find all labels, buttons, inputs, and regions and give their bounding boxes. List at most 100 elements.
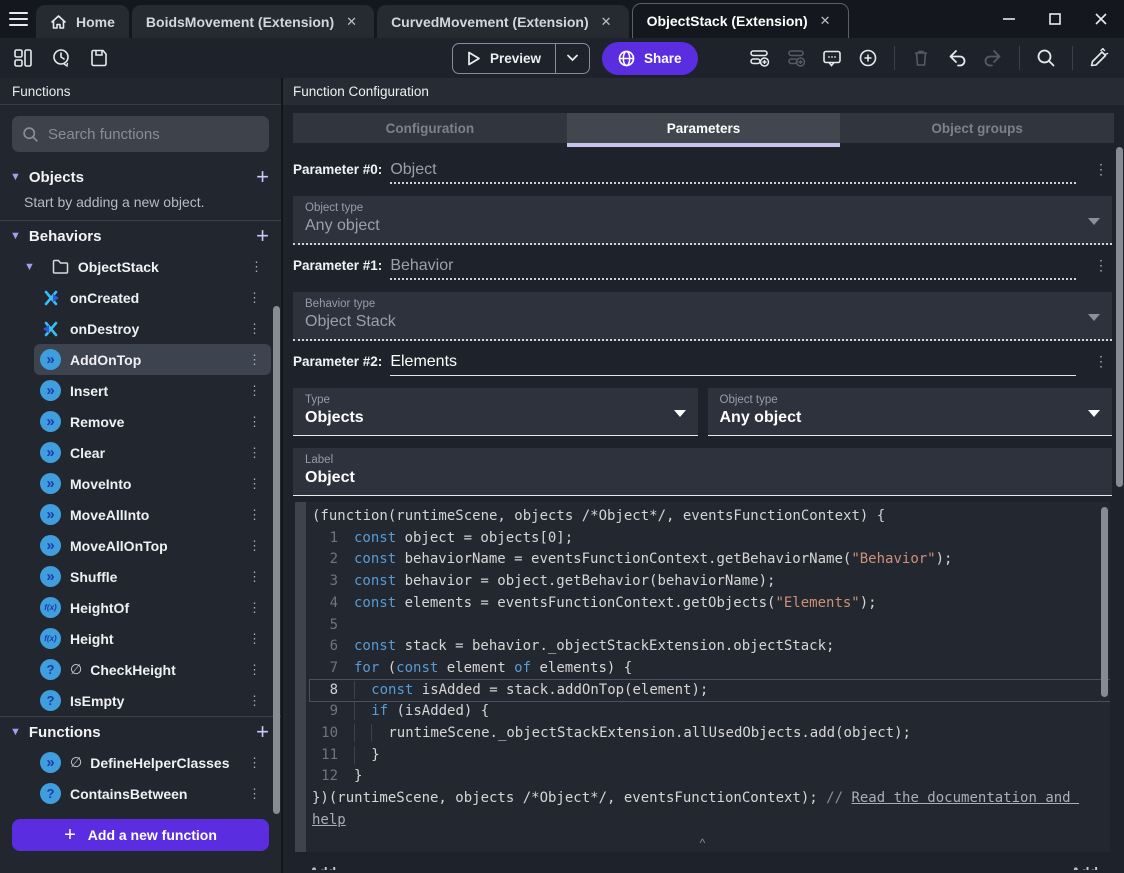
item-menu-icon[interactable]: ⋮ bbox=[242, 538, 267, 554]
search-input[interactable] bbox=[48, 125, 259, 143]
item-menu-icon[interactable]: ⋮ bbox=[242, 569, 267, 585]
plus-icon: + bbox=[64, 823, 76, 846]
tab-objectstack[interactable]: ObjectStack (Extension) ✕ bbox=[631, 3, 849, 38]
item-menu-icon[interactable]: ⋮ bbox=[242, 352, 267, 368]
minimize-button[interactable] bbox=[986, 0, 1032, 38]
add-circle-button[interactable] bbox=[853, 43, 883, 73]
tab-configuration[interactable]: Configuration bbox=[293, 113, 567, 143]
item-menu-icon[interactable]: ⋮ bbox=[242, 507, 267, 523]
parameter-2-object-type-select[interactable]: Object type Any object bbox=[707, 388, 1112, 436]
parameter-2-type-select[interactable]: Type Objects bbox=[293, 388, 698, 436]
tab-parameters[interactable]: Parameters bbox=[566, 113, 841, 147]
tab-object-groups[interactable]: Object groups bbox=[840, 113, 1114, 143]
sidebar-item-DefineHelperClasses[interactable]: » ∅ DefineHelperClasses ⋮ bbox=[34, 747, 271, 778]
item-menu-icon[interactable]: ⋮ bbox=[242, 383, 267, 399]
preview-options-button[interactable] bbox=[555, 43, 589, 73]
sidebar-item-HeightOf[interactable]: f(x) HeightOf ⋮ bbox=[34, 592, 271, 623]
close-button[interactable] bbox=[1078, 0, 1124, 38]
behavior-group-objectstack[interactable]: ▼ ObjectStack ⋮ bbox=[0, 251, 281, 282]
item-menu-icon[interactable]: ⋮ bbox=[242, 414, 267, 430]
code-content[interactable]: (function(runtimeScene, objects /*Object… bbox=[306, 502, 1110, 852]
close-tab-icon[interactable]: ✕ bbox=[598, 12, 615, 32]
history-button[interactable] bbox=[46, 43, 76, 73]
toolbar-left bbox=[0, 43, 114, 73]
tab-curvedmovement[interactable]: CurvedMovement (Extension) ✕ bbox=[377, 5, 629, 38]
undo-button[interactable] bbox=[942, 43, 972, 73]
main-menu-button[interactable] bbox=[0, 0, 36, 38]
parameter-menu-icon[interactable]: ⋮ bbox=[1090, 257, 1112, 274]
parameter-menu-icon[interactable]: ⋮ bbox=[1090, 161, 1112, 178]
search-box[interactable] bbox=[12, 116, 269, 152]
tab-boidsmovement[interactable]: BoidsMovement (Extension) ✕ bbox=[131, 5, 375, 38]
sidebar-item-MoveAllOnTop[interactable]: » MoveAllOnTop ⋮ bbox=[34, 530, 271, 561]
javascript-code-editor[interactable]: (function(runtimeScene, objects /*Object… bbox=[295, 502, 1110, 852]
parameter-0-object-type-select[interactable]: Object type Any object bbox=[293, 196, 1112, 245]
search-icon bbox=[1036, 48, 1056, 68]
preview-button[interactable]: Preview bbox=[453, 44, 555, 73]
behaviors-section-header[interactable]: ▼ Behaviors + bbox=[0, 221, 281, 251]
item-label: CheckHeight bbox=[90, 661, 176, 678]
sidebar-scrollbar[interactable] bbox=[273, 306, 280, 814]
field-value: Any object bbox=[305, 217, 380, 234]
item-label: MoveInto bbox=[70, 475, 132, 492]
search-events-button[interactable] bbox=[1031, 43, 1061, 73]
sidebar-item-Clear[interactable]: » Clear ⋮ bbox=[34, 437, 271, 468]
sidebar-item-MoveInto[interactable]: » MoveInto ⋮ bbox=[34, 468, 271, 499]
sidebar-item-Shuffle[interactable]: » Shuffle ⋮ bbox=[34, 561, 271, 592]
sidebar-item-Height[interactable]: f(x) Height ⋮ bbox=[34, 623, 271, 654]
parameter-0-name-input[interactable]: Object bbox=[390, 161, 1076, 184]
item-menu-icon[interactable]: ⋮ bbox=[242, 631, 267, 647]
toggle-panels-button[interactable] bbox=[8, 43, 38, 73]
functions-section-header[interactable]: ▼ Functions + bbox=[0, 717, 281, 747]
add-comment-button[interactable] bbox=[817, 43, 847, 73]
add-new-function-button[interactable]: + Add a new function bbox=[12, 819, 269, 851]
sidebar-item-AddOnTop[interactable]: » AddOnTop ⋮ bbox=[34, 344, 271, 375]
resize-handle[interactable]: ^ bbox=[700, 836, 706, 850]
sidebar-item-onCreated[interactable]: onCreated ⋮ bbox=[34, 282, 271, 313]
tab-home[interactable]: Home bbox=[36, 5, 129, 38]
maximize-button[interactable] bbox=[1032, 0, 1078, 38]
save-button[interactable] bbox=[84, 43, 114, 73]
action-gear-icon: » bbox=[40, 411, 61, 432]
preview-split-button[interactable]: Preview bbox=[452, 42, 591, 74]
parameter-1-name-input[interactable]: Behavior bbox=[390, 257, 1076, 280]
sidebar-item-MoveAllInto[interactable]: » MoveAllInto ⋮ bbox=[34, 499, 271, 530]
item-menu-icon[interactable]: ⋮ bbox=[242, 321, 267, 337]
code-scrollbar[interactable] bbox=[1101, 507, 1108, 697]
parameters-scrollbar[interactable] bbox=[1116, 147, 1123, 487]
redo-button[interactable] bbox=[978, 43, 1008, 73]
add-behavior-button[interactable]: + bbox=[256, 225, 269, 247]
close-tab-icon[interactable]: ✕ bbox=[343, 12, 360, 32]
sidebar-item-Remove[interactable]: » Remove ⋮ bbox=[34, 406, 271, 437]
add-event-button[interactable] bbox=[745, 43, 775, 73]
sidebar-item-CheckHeight[interactable]: ? ∅ CheckHeight ⋮ bbox=[34, 654, 271, 685]
objects-section-header[interactable]: ▼ Objects + bbox=[0, 162, 281, 192]
item-menu-icon[interactable]: ⋮ bbox=[242, 445, 267, 461]
sidebar-item-Insert[interactable]: » Insert ⋮ bbox=[34, 375, 271, 406]
item-menu-icon[interactable]: ⋮ bbox=[242, 600, 267, 616]
add-event-icon bbox=[749, 48, 771, 68]
parameter-2-name-input[interactable]: Elements bbox=[390, 353, 1076, 376]
item-menu-icon[interactable]: ⋮ bbox=[242, 476, 267, 492]
add-object-button[interactable]: + bbox=[256, 166, 269, 188]
item-menu-icon[interactable]: ⋮ bbox=[242, 755, 267, 771]
share-button[interactable]: Share bbox=[602, 41, 698, 75]
code-line-12: 12} bbox=[321, 768, 363, 785]
delete-button[interactable] bbox=[906, 43, 936, 73]
sidebar-item-onDestroy[interactable]: onDestroy ⋮ bbox=[34, 313, 271, 344]
parameter-menu-icon[interactable]: ⋮ bbox=[1090, 353, 1112, 370]
add-function-plus-button[interactable]: + bbox=[256, 721, 269, 743]
edit-settings-button[interactable] bbox=[1084, 43, 1114, 73]
item-menu-icon[interactable]: ⋮ bbox=[244, 259, 269, 275]
item-menu-icon[interactable]: ⋮ bbox=[242, 290, 267, 306]
item-menu-icon[interactable]: ⋮ bbox=[242, 693, 267, 709]
close-tab-icon[interactable]: ✕ bbox=[817, 11, 834, 31]
parameter-1-behavior-type-select[interactable]: Behavior type Object Stack bbox=[293, 292, 1112, 341]
sidebar-item-IsEmpty[interactable]: ? IsEmpty ⋮ bbox=[34, 685, 271, 716]
item-menu-icon[interactable]: ⋮ bbox=[242, 786, 267, 802]
item-label: MoveAllOnTop bbox=[70, 537, 168, 554]
item-menu-icon[interactable]: ⋮ bbox=[242, 662, 267, 678]
sidebar-item-ContainsBetween[interactable]: ? ContainsBetween ⋮ bbox=[34, 778, 271, 809]
parameter-2-label-input[interactable]: Label Object bbox=[293, 448, 1112, 496]
add-subevent-button[interactable] bbox=[781, 43, 811, 73]
